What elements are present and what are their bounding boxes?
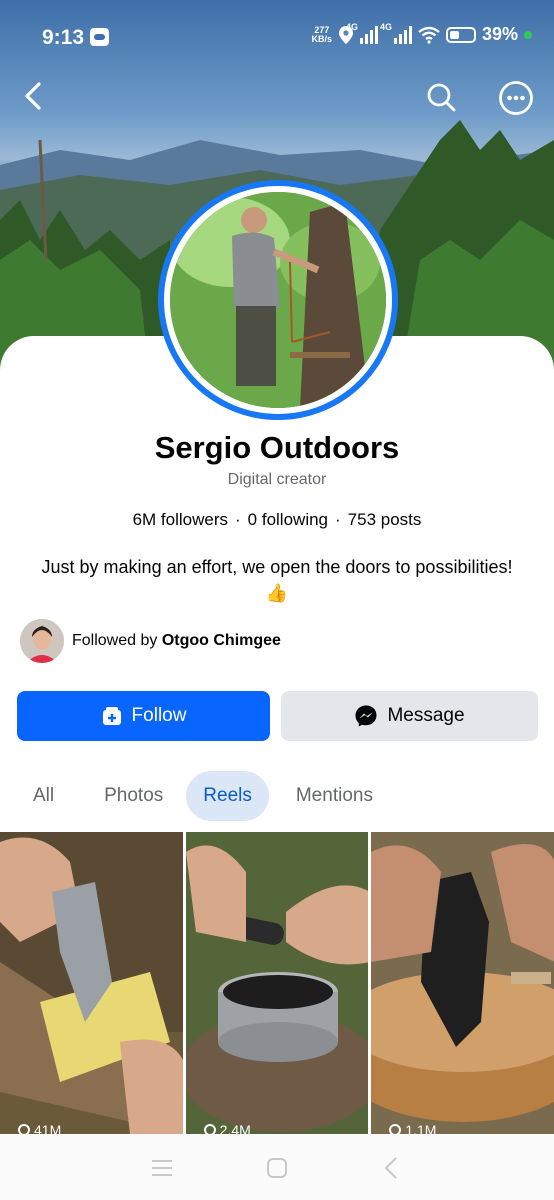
profile-picture-frame	[164, 186, 392, 414]
reel-views-count: 2.4M	[219, 1122, 251, 1134]
status-time: 9:13	[42, 26, 85, 49]
stats-separator: ·	[235, 510, 241, 529]
reel-views: 2.4M	[203, 1122, 251, 1134]
sim1-label: 4G	[345, 21, 358, 32]
battery-icon	[445, 26, 476, 43]
search-icon[interactable]	[424, 80, 458, 114]
battery-percent: 39%	[481, 24, 518, 44]
sim2-label: 4G	[379, 21, 392, 32]
system-nav-bar	[0, 1134, 554, 1200]
play-icon	[18, 1124, 30, 1134]
profile-stats: 6M followers · 0 following · 753 posts	[0, 510, 554, 530]
followed-by-text: Followed by Otgoo Chimgee	[72, 632, 281, 650]
reel-thumbnail-image	[0, 832, 183, 1134]
more-horizontal-icon[interactable]	[498, 80, 534, 116]
mutual-friend-photo	[20, 619, 64, 663]
followers-count[interactable]: 6M followers	[133, 510, 228, 529]
privacy-dot-icon	[524, 30, 532, 39]
page-title: Sergio Outdoors	[154, 430, 400, 465]
reel-views-count: 41M	[34, 1122, 62, 1134]
tab-reels[interactable]: Reels	[186, 771, 269, 821]
reel-views: 41M	[18, 1122, 61, 1134]
menu-icon[interactable]	[152, 1160, 172, 1176]
followed-by-prefix: Followed by	[72, 632, 158, 649]
message-button-label: Message	[387, 705, 465, 726]
reels-grid: 41M 2.4M 1.1M	[0, 832, 554, 1134]
net-speed: 277 KB/s	[311, 25, 332, 44]
reel-thumbnail[interactable]: 41M	[0, 832, 183, 1134]
reel-thumbnail[interactable]: 1.1M	[371, 832, 554, 1134]
status-bar: 9:13 277 KB/s 4G 4G 39%	[0, 0, 554, 72]
status-indicators: 277 KB/s 4G 4G 39%	[311, 22, 532, 45]
reel-views: 1.1M	[389, 1122, 436, 1134]
chevron-left-icon[interactable]	[18, 80, 50, 112]
add-friend-icon	[101, 705, 123, 727]
net-speed-unit: KB/s	[311, 33, 332, 44]
follow-button[interactable]: Follow	[17, 691, 270, 741]
bio-text: Just by making an effort, we open the do…	[41, 557, 513, 577]
wifi-icon	[418, 26, 440, 44]
following-count[interactable]: 0 following	[248, 510, 328, 529]
signal-sim1-icon: 4G	[346, 22, 378, 44]
tab-all[interactable]: All	[16, 771, 71, 821]
stats-separator: ·	[335, 510, 341, 529]
profile-bio: Just by making an effort, we open the do…	[20, 554, 534, 606]
reel-thumbnail-image	[371, 832, 554, 1134]
signal-sim2-icon: 4G	[380, 22, 412, 44]
message-button[interactable]: Message	[281, 691, 538, 741]
reel-thumbnail[interactable]: 2.4M	[185, 832, 369, 1134]
mutual-friend-avatar[interactable]	[20, 619, 64, 663]
bio-emoji: 👍	[265, 583, 289, 603]
posts-count: 753 posts	[347, 510, 422, 529]
profile-photo-art	[170, 192, 386, 408]
followed-by-name[interactable]: Otgoo Chimgee	[162, 632, 281, 649]
reel-thumbnail-image	[185, 832, 369, 1134]
tab-photos[interactable]: Photos	[87, 771, 180, 821]
follow-button-label: Follow	[131, 705, 187, 726]
cloud-icon	[90, 28, 109, 46]
profile-category: Digital creator	[227, 471, 327, 488]
tab-mentions[interactable]: Mentions	[279, 771, 390, 821]
play-icon	[203, 1124, 216, 1134]
followed-by[interactable]: Followed by Otgoo Chimgee	[20, 618, 281, 664]
messenger-icon	[354, 704, 378, 728]
play-icon	[389, 1124, 402, 1134]
back-icon[interactable]	[384, 1157, 397, 1179]
profile-tabs: All Photos Reels Mentions	[16, 771, 390, 821]
profile-photo	[170, 192, 386, 408]
system-nav-icons	[152, 1157, 397, 1179]
home-icon[interactable]	[267, 1158, 287, 1178]
reel-views-count: 1.1M	[405, 1122, 437, 1134]
profile-picture[interactable]	[158, 180, 398, 420]
